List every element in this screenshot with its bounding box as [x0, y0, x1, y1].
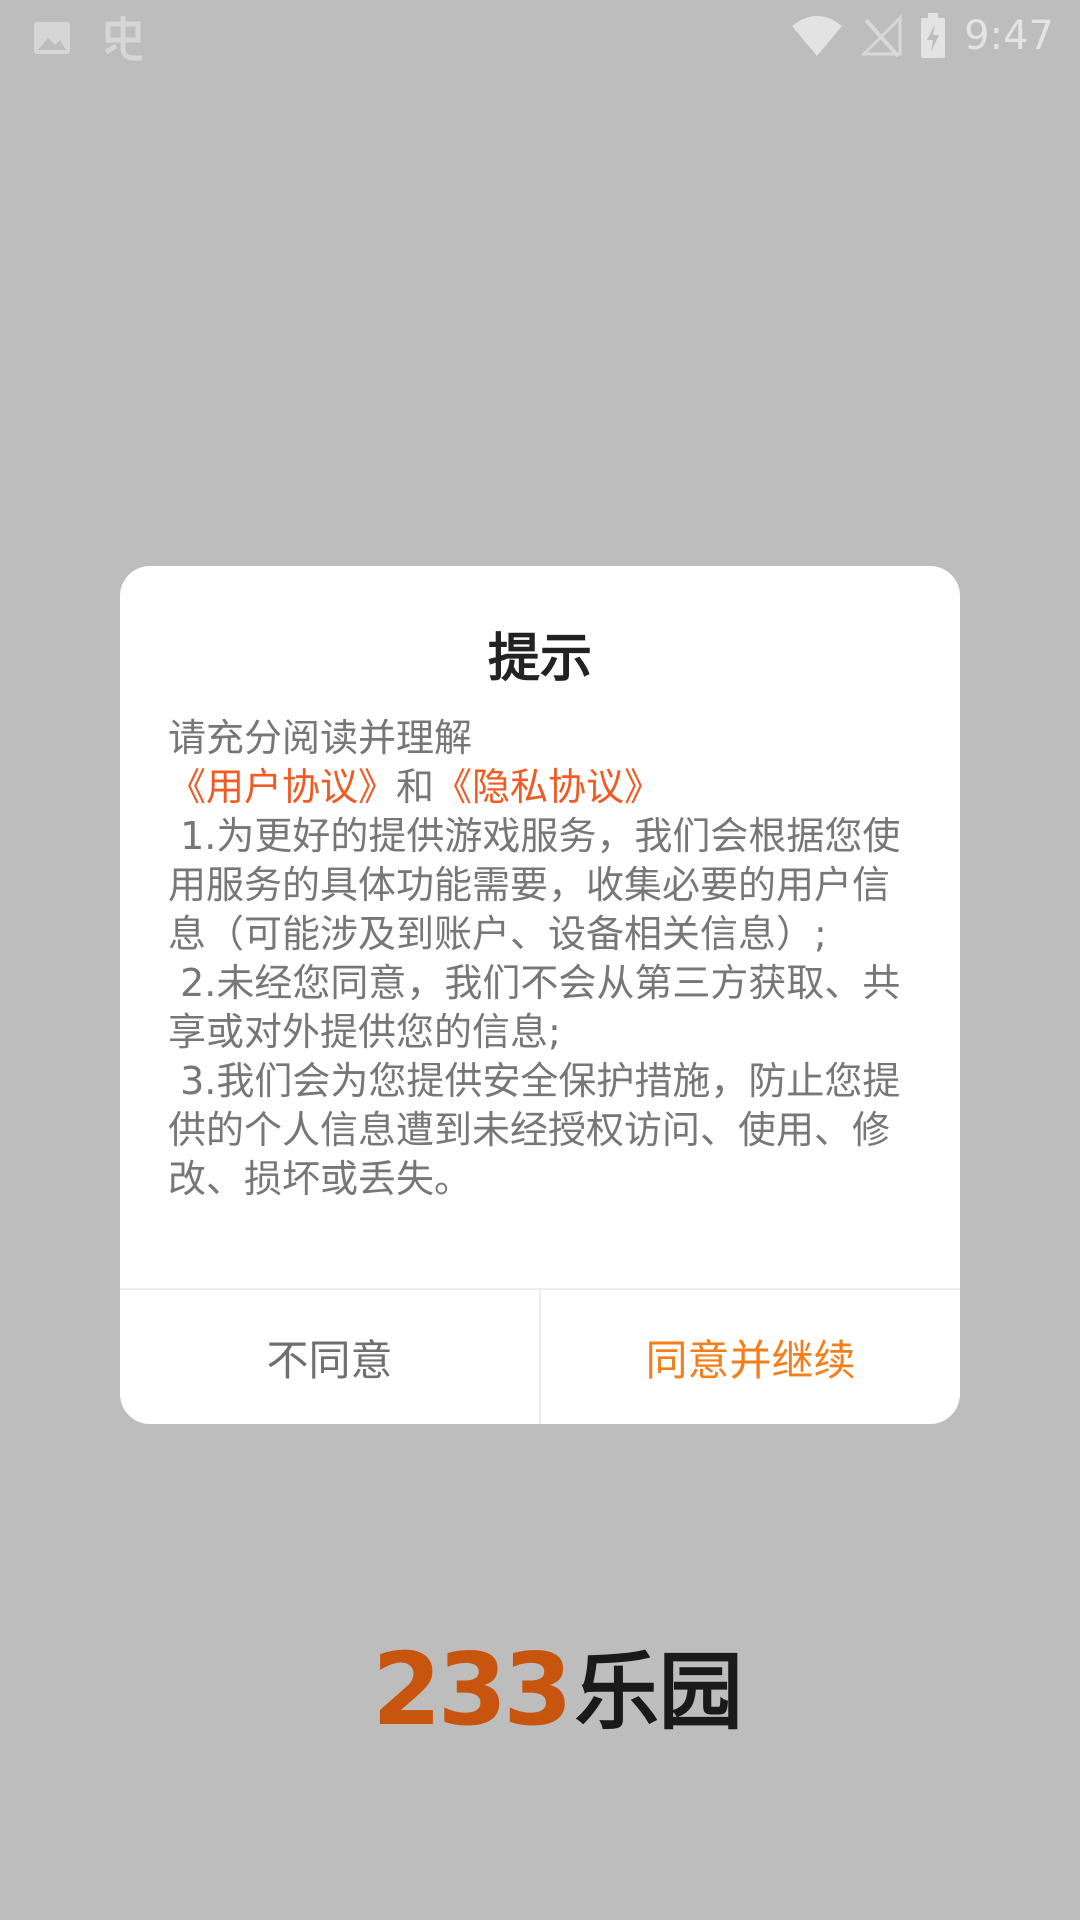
- agree-continue-button[interactable]: 同意并继续: [541, 1290, 960, 1424]
- status-time: 9:47: [964, 13, 1054, 59]
- dialog-item-2: 2.未经您同意，我们不会从第三方获取、共享或对外提供您的信息;: [168, 961, 901, 1054]
- logo-number: 233: [372, 1631, 573, 1748]
- agreement-links: 《用户协议》和《隐私协议》: [168, 763, 918, 812]
- status-bar-right: 9:47: [790, 12, 1054, 60]
- dialog-title: 提示: [487, 629, 592, 689]
- battery-charging-icon: [920, 13, 946, 59]
- dialog-item-1: 1.为更好的提供游戏服务，我们会根据您使用服务的具体功能需要，收集必要的用户信息…: [168, 814, 901, 956]
- dialog-intro: 请充分阅读并理解: [168, 716, 473, 760]
- image-icon: [32, 18, 72, 58]
- dialog-body: 请充分阅读并理解 《用户协议》和《隐私协议》 1.为更好的提供游戏服务，我们会根…: [168, 714, 918, 1204]
- dialog-item-3: 3.我们会为您提供安全保护措施，防止您提供的个人信息遭到未经授权访问、使用、修改…: [168, 1059, 901, 1201]
- app-logo: 233 乐园: [372, 1631, 743, 1748]
- consent-dialog: 提示 请充分阅读并理解 《用户协议》和《隐私协议》 1.为更好的提供游戏服务，我…: [120, 566, 960, 1424]
- wifi-icon: [790, 14, 844, 58]
- logo-name: 乐园: [574, 1643, 743, 1741]
- disagree-button[interactable]: 不同意: [120, 1290, 539, 1424]
- app-notification-icon: [100, 14, 146, 62]
- no-signal-icon: [862, 14, 902, 58]
- user-agreement-link[interactable]: 《用户协议》: [168, 765, 396, 809]
- privacy-agreement-link[interactable]: 《隐私协议》: [434, 765, 662, 809]
- status-bar-left: [32, 14, 146, 62]
- status-bar: 9:47: [0, 0, 1080, 76]
- and-text: 和: [396, 765, 435, 809]
